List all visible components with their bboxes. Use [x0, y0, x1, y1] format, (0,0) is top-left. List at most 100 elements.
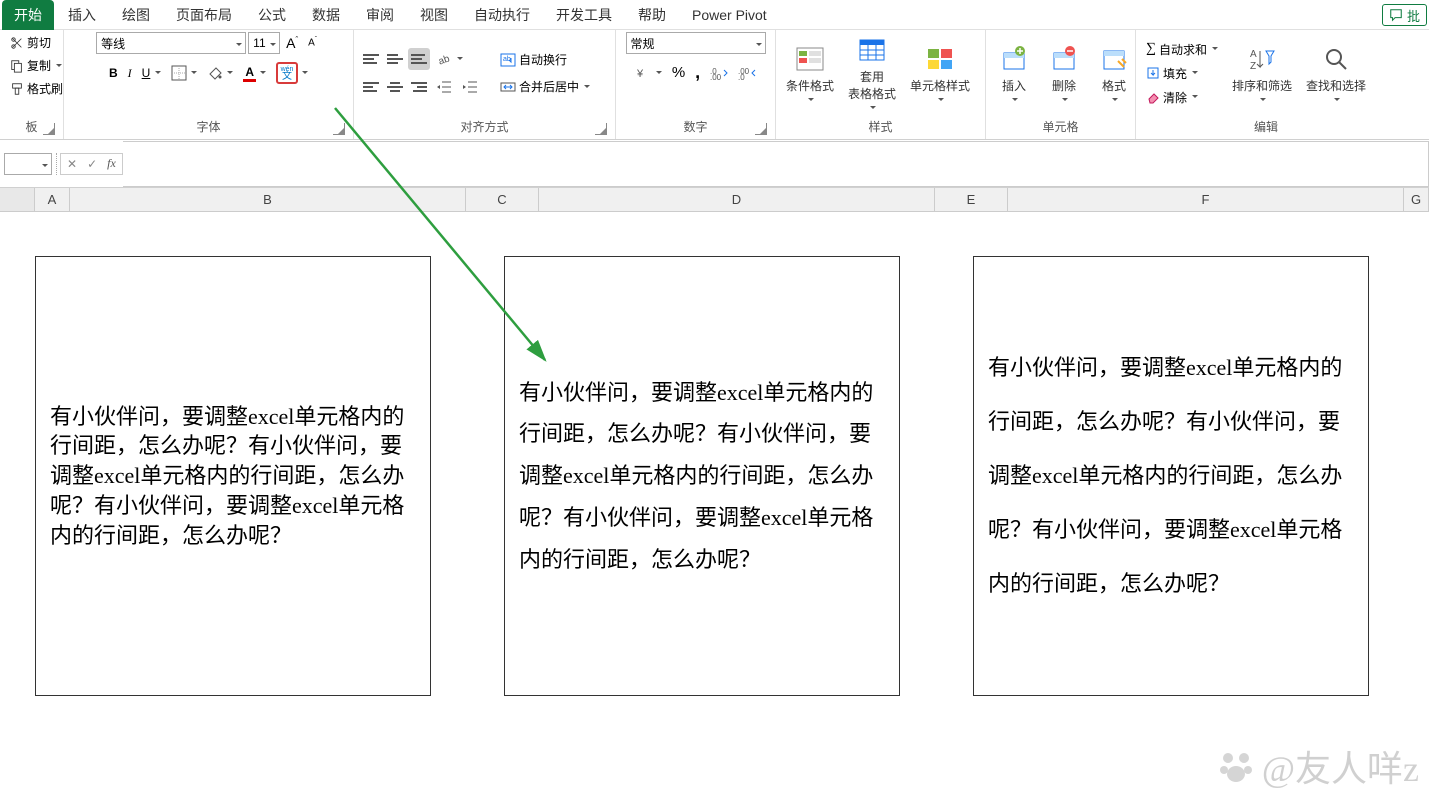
tab-developer[interactable]: 开发工具 — [544, 0, 624, 30]
decrease-decimal-button[interactable]: .00.0 — [734, 64, 760, 82]
tab-page-layout[interactable]: 页面布局 — [164, 0, 244, 30]
comments-button[interactable]: 批 — [1382, 4, 1427, 26]
format-label: 格式 — [1102, 77, 1126, 94]
bold-button[interactable]: B — [105, 64, 122, 82]
col-G-header[interactable]: G — [1404, 188, 1429, 211]
col-E-header[interactable]: E — [935, 188, 1008, 211]
font-color-button[interactable]: A — [239, 63, 270, 84]
format-cells-button[interactable]: 格式 — [1092, 41, 1136, 106]
svg-text:ab: ab — [437, 53, 452, 67]
tab-insert[interactable]: 插入 — [56, 0, 108, 30]
col-D-header[interactable]: D — [539, 188, 935, 211]
number-format-select[interactable] — [626, 32, 766, 54]
percent-button[interactable]: % — [668, 62, 689, 83]
underline-button[interactable]: U — [138, 64, 166, 82]
increase-indent-button[interactable] — [458, 77, 482, 97]
insert-cells-button[interactable]: 插入 — [992, 41, 1036, 106]
orientation-button[interactable]: ab — [432, 49, 467, 69]
cell-styles-icon — [925, 44, 955, 74]
group-cells: 插入 删除 格式 单元格 — [986, 30, 1136, 139]
format-as-table-button[interactable]: 套用 表格格式 — [844, 32, 900, 114]
phonetic-icon: wén 文 — [276, 62, 298, 84]
chevron-down-icon — [938, 98, 944, 104]
fx-button[interactable]: fx — [107, 156, 116, 171]
cell-styles-button[interactable]: 单元格样式 — [906, 41, 974, 106]
cell-F2[interactable]: 有小伙伴问，要调整excel单元格内的行间距，怎么办呢？有小伙伴问，要调整exc… — [973, 256, 1369, 696]
clear-button[interactable]: 清除 — [1142, 87, 1222, 108]
tab-power-pivot[interactable]: Power Pivot — [680, 0, 779, 30]
cancel-formula-button[interactable]: ✕ — [67, 157, 77, 171]
clipboard-launcher[interactable] — [43, 123, 55, 135]
tab-draw[interactable]: 绘图 — [110, 0, 162, 30]
clear-label: 清除 — [1163, 89, 1187, 106]
copy-button[interactable]: 复制 — [6, 55, 66, 76]
insert-icon — [1000, 45, 1028, 73]
font-name-select[interactable] — [96, 32, 246, 54]
chevron-down-icon — [260, 71, 266, 77]
conditional-format-button[interactable]: 条件格式 — [782, 41, 838, 106]
currency-icon: ¥ — [635, 65, 651, 81]
align-bottom-button[interactable] — [408, 48, 430, 70]
select-all-corner[interactable] — [0, 188, 35, 211]
wrap-text-button[interactable]: ab 自动换行 — [496, 49, 594, 70]
name-box[interactable] — [4, 153, 52, 175]
cell-D2-text: 有小伙伴问，要调整excel单元格内的行间距，怎么办呢？有小伙伴问，要调整exc… — [519, 372, 885, 581]
formula-input[interactable] — [123, 141, 1429, 187]
wrap-label: 自动换行 — [519, 51, 567, 68]
fill-color-button[interactable] — [203, 63, 237, 83]
chevron-down-icon — [1192, 95, 1198, 101]
font-launcher[interactable] — [333, 123, 345, 135]
tab-data[interactable]: 数据 — [300, 0, 352, 30]
tab-automate[interactable]: 自动执行 — [462, 0, 542, 30]
grid-area[interactable]: 有小伙伴问，要调整excel单元格内的行间距，怎么办呢？有小伙伴问，要调整exc… — [0, 212, 1429, 772]
decrease-indent-button[interactable] — [432, 77, 456, 97]
col-B-header[interactable]: B — [70, 188, 466, 211]
editing-group-label: 编辑 — [1254, 120, 1278, 134]
delete-cells-button[interactable]: 删除 — [1042, 41, 1086, 106]
tab-review[interactable]: 审阅 — [354, 0, 406, 30]
tab-help[interactable]: 帮助 — [626, 0, 678, 30]
cut-button[interactable]: 剪切 — [6, 32, 55, 53]
eraser-icon — [1146, 90, 1160, 104]
col-F-header[interactable]: F — [1008, 188, 1404, 211]
cell-B2[interactable]: 有小伙伴问，要调整excel单元格内的行间距，怎么办呢？有小伙伴问，要调整exc… — [35, 256, 431, 696]
chevron-down-icon — [808, 98, 814, 104]
tab-formulas[interactable]: 公式 — [246, 0, 298, 30]
align-launcher[interactable] — [595, 123, 607, 135]
tab-view[interactable]: 视图 — [408, 0, 460, 30]
borders-button[interactable] — [167, 63, 201, 83]
align-left-button[interactable] — [360, 76, 382, 98]
phonetic-guide-button[interactable]: wén 文 — [272, 60, 312, 86]
increase-font-icon: Aˆ — [286, 35, 298, 51]
col-C-header[interactable]: C — [466, 188, 539, 211]
comment-icon — [1389, 8, 1403, 22]
fill-button[interactable]: 填充 — [1142, 63, 1222, 84]
number-launcher[interactable] — [755, 123, 767, 135]
font-group-label: 字体 — [196, 120, 220, 134]
increase-font-button[interactable]: Aˆ — [282, 33, 302, 53]
sort-filter-button[interactable]: AZ 排序和筛选 — [1228, 41, 1296, 106]
col-A-header[interactable]: A — [35, 188, 70, 211]
chevron-down-icon — [656, 71, 662, 77]
format-painter-button[interactable]: 格式刷 — [6, 78, 67, 99]
enter-formula-button[interactable]: ✓ — [87, 157, 97, 171]
italic-button[interactable]: I — [124, 64, 136, 83]
align-top-button[interactable] — [360, 48, 382, 70]
autosum-button[interactable]: ∑ 自动求和 — [1142, 39, 1222, 60]
number-group-label: 数字 — [683, 120, 707, 134]
accounting-format-button[interactable]: ¥ — [631, 63, 666, 83]
increase-decimal-button[interactable]: .0.00 — [706, 64, 732, 82]
sort-filter-label: 排序和筛选 — [1232, 77, 1292, 94]
sigma-icon: ∑ — [1146, 41, 1156, 57]
merge-center-button[interactable]: 合并后居中 — [496, 76, 594, 97]
find-select-button[interactable]: 查找和选择 — [1302, 41, 1370, 106]
align-middle-button[interactable] — [384, 48, 406, 70]
tab-home[interactable]: 开始 — [2, 0, 54, 30]
align-center-button[interactable] — [384, 76, 406, 98]
cell-D2[interactable]: 有小伙伴问，要调整excel单元格内的行间距，怎么办呢？有小伙伴问，要调整exc… — [504, 256, 900, 696]
comma-style-button[interactable]: , — [691, 60, 704, 85]
svg-text:ab: ab — [503, 56, 511, 63]
chevron-down-icon — [1012, 98, 1018, 104]
align-right-button[interactable] — [408, 76, 430, 98]
decrease-font-button[interactable]: Aˇ — [304, 35, 321, 50]
